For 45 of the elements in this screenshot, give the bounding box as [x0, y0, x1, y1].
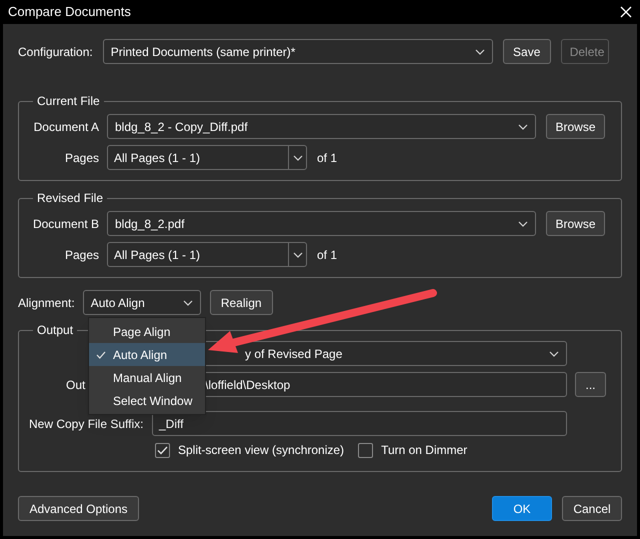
checkmark-icon	[157, 446, 168, 454]
pages-select[interactable]: All Pages (1 - 1)	[107, 145, 307, 170]
field-label: Document B	[32, 216, 99, 232]
group-title: Current File	[36, 93, 101, 110]
field-label: Alignment:	[18, 294, 75, 312]
suffix-field[interactable]: _Diff	[152, 411, 567, 436]
browse-button[interactable]: ...	[575, 372, 606, 397]
cancel-button[interactable]: Cancel	[562, 496, 622, 521]
alignment-select[interactable]: Auto Align	[82, 290, 201, 315]
checkbox[interactable]	[358, 442, 374, 458]
page-count: of 1	[317, 150, 338, 166]
field-label: Pages	[64, 246, 99, 264]
close-icon[interactable]	[620, 6, 632, 18]
document-select[interactable]: bldg_8_2.pdf	[107, 211, 536, 236]
field-label: New Copy File Suffix:	[29, 416, 142, 432]
checkbox-label: Turn on Dimmer	[381, 442, 468, 459]
menu-item[interactable]: Page Align	[89, 320, 205, 343]
field-label: Pages	[64, 150, 99, 166]
page-count: of 1	[317, 246, 338, 264]
save-button[interactable]: Save	[502, 39, 551, 64]
checkbox[interactable]	[155, 442, 170, 458]
checkbox-label: Split-screen view (synchronize)	[178, 442, 344, 459]
window-title: Compare Documents	[8, 3, 131, 22]
ok-button[interactable]: OK	[492, 496, 552, 521]
caret-icon	[474, 48, 485, 54]
caret-icon	[518, 124, 528, 130]
realign-button[interactable]: Realign	[210, 290, 273, 315]
pages-select[interactable]: All Pages (1 - 1)	[107, 242, 307, 267]
browse-button[interactable]: Browse	[546, 211, 605, 236]
caret-icon	[182, 300, 193, 306]
group-title: Output	[36, 322, 74, 339]
field-label: Configuration:	[18, 44, 93, 60]
menu-item[interactable]: Auto Align	[89, 343, 205, 366]
checkmark-icon	[96, 350, 106, 358]
configuration-select[interactable]: Printed Documents (same printer)*	[102, 39, 493, 64]
caret-icon	[518, 220, 528, 226]
caret-icon	[549, 350, 559, 356]
group-title: Revised File	[36, 190, 104, 207]
caret-icon	[292, 154, 302, 160]
field-label: Document A	[32, 118, 99, 136]
field-label: Out	[66, 376, 86, 394]
document-select[interactable]: bldg_8_2 - Copy_Diff.pdf	[107, 114, 536, 139]
caret-icon	[292, 252, 302, 258]
advanced-options-button[interactable]: Advanced Options	[18, 496, 139, 521]
browse-button[interactable]: Browse	[546, 114, 605, 139]
